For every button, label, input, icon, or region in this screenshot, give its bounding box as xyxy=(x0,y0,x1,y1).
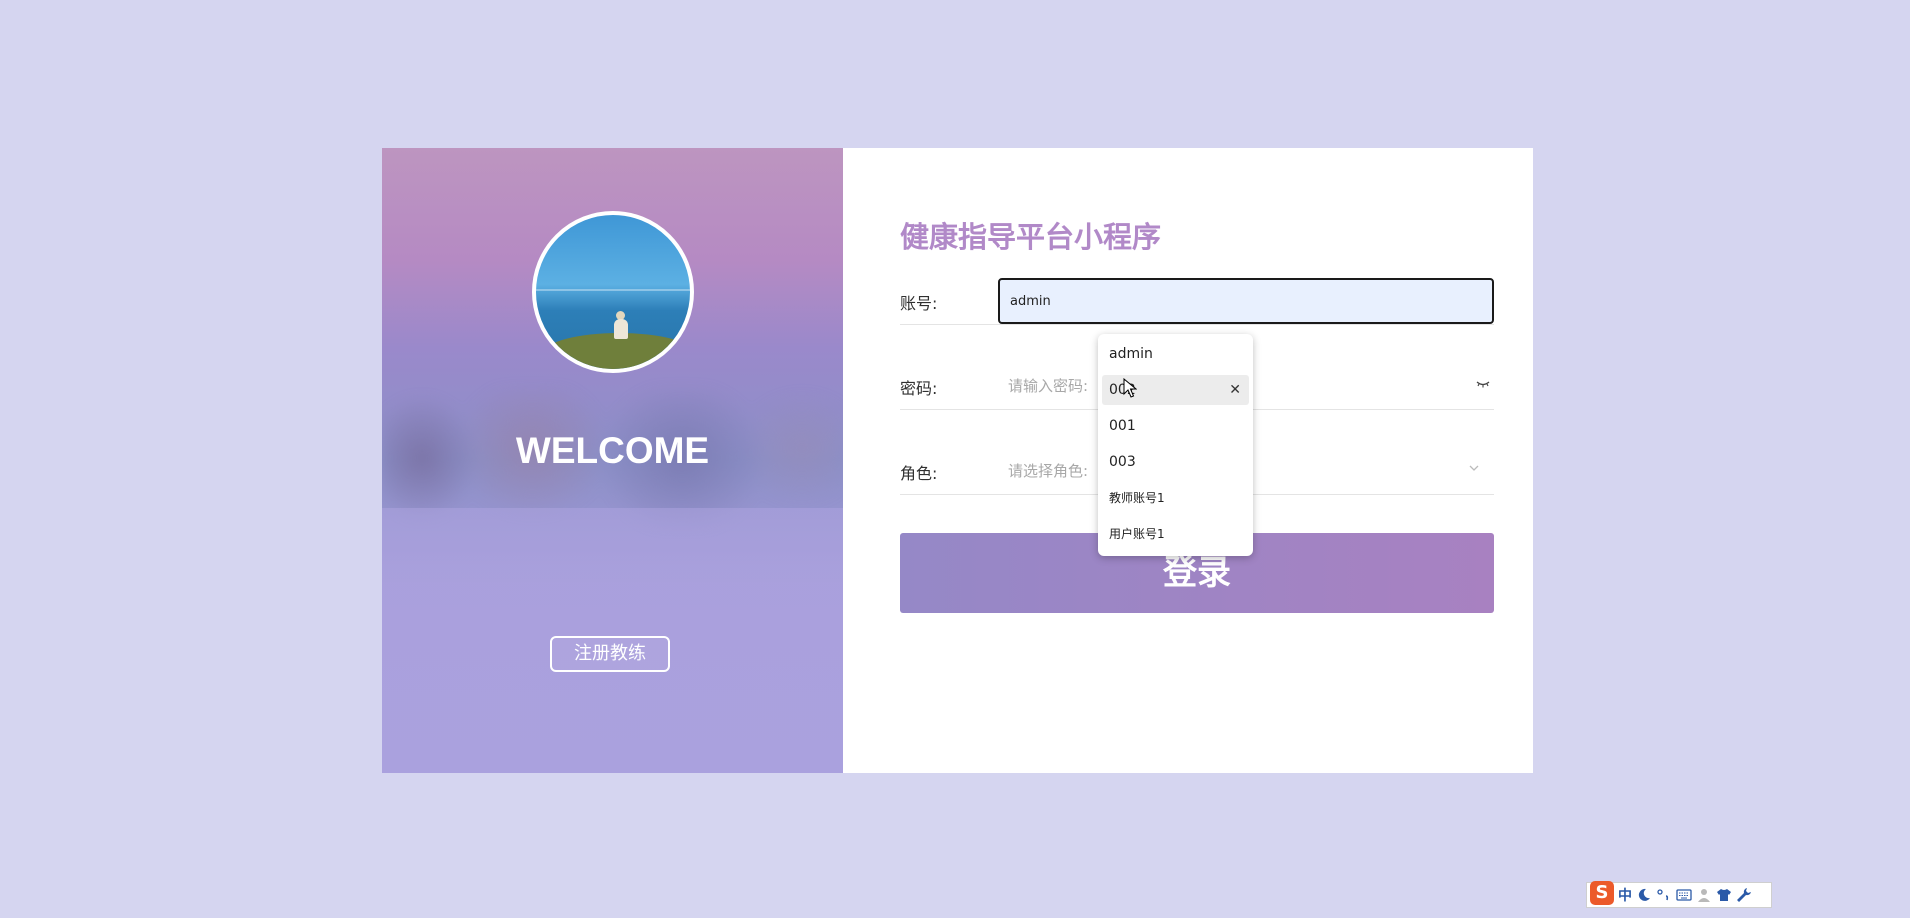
login-card: WELCOME 注册教练 健康指导平台小程序 账号: 密码: 角色: xyxy=(382,148,1533,773)
autocomplete-item[interactable]: 教师账号1 xyxy=(1102,483,1249,513)
account-autocomplete-dropdown: admin 002 ✕ 001 003 教师账号1 用户账号1 xyxy=(1098,334,1253,556)
ime-toolbar: S 中 xyxy=(1586,881,1772,908)
register-coach-button[interactable]: 注册教练 xyxy=(550,636,670,672)
autocomplete-item[interactable]: 001 xyxy=(1102,411,1249,441)
account-input[interactable] xyxy=(998,278,1494,324)
autocomplete-item[interactable]: 003 xyxy=(1102,447,1249,477)
eye-closed-icon[interactable] xyxy=(1476,377,1490,391)
keyboard-icon[interactable] xyxy=(1676,887,1692,903)
ime-mode-toggle[interactable]: 中 xyxy=(1618,885,1632,905)
skin-shirt-icon[interactable] xyxy=(1716,887,1732,903)
welcome-panel: WELCOME 注册教练 xyxy=(382,148,843,773)
password-label: 密码: xyxy=(900,379,938,398)
remove-suggestion-icon[interactable]: ✕ xyxy=(1229,375,1241,405)
avatar-person xyxy=(614,319,628,339)
autocomplete-item[interactable]: admin xyxy=(1102,339,1249,369)
user-icon[interactable] xyxy=(1696,887,1712,903)
punctuation-icon[interactable] xyxy=(1656,887,1672,903)
moon-icon[interactable] xyxy=(1636,887,1652,903)
wrench-icon[interactable] xyxy=(1736,887,1752,903)
account-row: 账号: xyxy=(900,278,1494,325)
ime-logo[interactable]: S xyxy=(1590,881,1614,905)
role-label: 角色: xyxy=(900,464,938,483)
welcome-heading: WELCOME xyxy=(515,430,710,471)
avatar-cliff xyxy=(544,333,690,369)
avatar-horizon xyxy=(536,289,690,291)
avatar xyxy=(532,211,694,373)
chevron-down-icon[interactable] xyxy=(1468,462,1480,474)
mouse-cursor-icon xyxy=(1123,378,1137,398)
autocomplete-item[interactable]: 用户账号1 xyxy=(1102,519,1249,549)
form-title: 健康指导平台小程序 xyxy=(900,220,1162,254)
account-label: 账号: xyxy=(900,294,938,313)
